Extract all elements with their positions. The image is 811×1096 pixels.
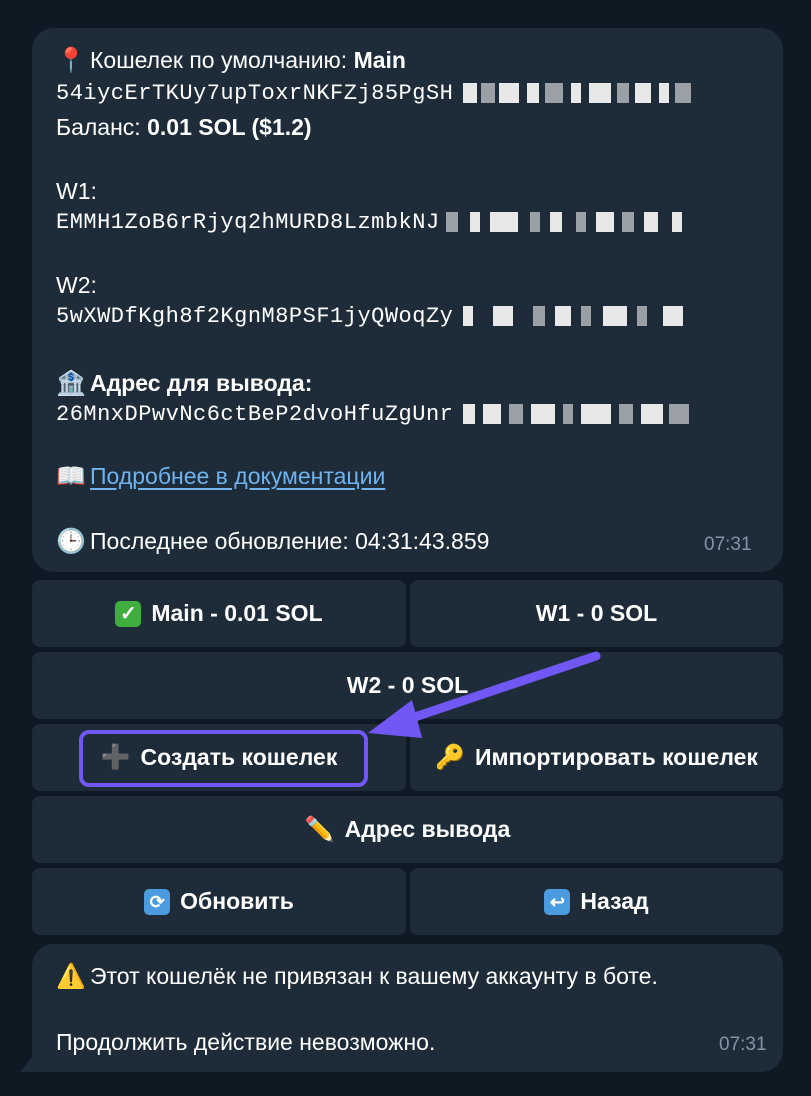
main-address-line: 54iycErTKUy7upToxrNKFZj85PgSH xyxy=(56,79,699,109)
pin-icon: 📍 xyxy=(56,47,86,74)
import-wallet-button[interactable]: 🔑 Импортировать кошелек xyxy=(410,724,783,791)
withdraw-label-line: 🏦 Адрес для вывода: xyxy=(56,368,312,399)
wallet-main-label: Main - 0.01 SOL xyxy=(151,600,323,626)
refresh-label: Обновить xyxy=(180,888,294,914)
check-icon: ✓ xyxy=(115,600,142,627)
w1-address-line: EMMH1ZoB6rRjyq2hMURD8LzmbkNJ xyxy=(56,208,686,238)
withdraw-address-button-label: Адрес вывода xyxy=(344,816,511,842)
docs-link[interactable]: Подробнее в документации xyxy=(90,463,385,489)
withdraw-address-line: 26MnxDPwvNc6ctBeP2dvoHfuZgUnr xyxy=(56,400,695,430)
wallet-message-bubble: 📍 Кошелек по умолчанию: Main 54iycErTKUy7… xyxy=(32,28,783,572)
message-time: 07:31 xyxy=(704,534,752,555)
warning-text: Этот кошелёк не привязан к вашему аккаун… xyxy=(90,963,658,989)
bank-icon: 🏦 xyxy=(56,370,86,397)
wallet-w1-button[interactable]: W1 - 0 SOL xyxy=(410,580,783,647)
redacted-blur xyxy=(463,83,699,104)
w1-label: W1: xyxy=(56,178,97,204)
wallet-w2-button[interactable]: W2 - 0 SOL xyxy=(32,652,783,719)
redacted-blur xyxy=(463,306,695,327)
main-wallet-address[interactable]: 54iycErTKUy7upToxrNKFZj85PgSH xyxy=(56,81,453,106)
back-button[interactable]: ↩ Назад xyxy=(410,868,783,935)
warning-text-2: Продолжить действие невозможно. xyxy=(56,1029,436,1055)
default-wallet-name: Main xyxy=(353,47,406,73)
balance-value: 0.01 SOL ($1.2) xyxy=(147,114,312,140)
back-label: Назад xyxy=(580,888,649,914)
key-icon: 🔑 xyxy=(435,744,465,771)
annotation-highlight-box xyxy=(79,730,368,787)
back-arrow-icon: ↩ xyxy=(544,888,571,915)
refresh-button[interactable]: ⟳ Обновить xyxy=(32,868,406,935)
wallet-w1-label: W1 - 0 SOL xyxy=(535,600,658,626)
withdraw-address-button[interactable]: ✏️ Адрес вывода xyxy=(32,796,783,863)
w2-label: W2: xyxy=(56,272,97,298)
w2-address[interactable]: 5wXWDfKgh8f2KgnM8PSF1jyQWoqZy xyxy=(56,304,453,329)
w2-address-line: 5wXWDfKgh8f2KgnM8PSF1jyQWoqZy xyxy=(56,302,695,332)
import-wallet-label: Импортировать кошелек xyxy=(474,744,758,770)
docs-line: 📖 Подробнее в документации xyxy=(56,461,385,492)
warning-time: 07:31 xyxy=(719,1034,767,1055)
pencil-icon: ✏️ xyxy=(304,816,335,843)
withdraw-address[interactable]: 26MnxDPwvNc6ctBeP2dvoHfuZgUnr xyxy=(56,402,453,427)
wallet-w2-label: W2 - 0 SOL xyxy=(346,672,469,698)
withdraw-address-label: Адрес для вывода: xyxy=(90,370,313,396)
balance-label: Баланс: xyxy=(56,114,148,140)
last-update-line: 🕒 Последнее обновление: 04:31:43.859 xyxy=(56,526,489,557)
default-wallet-line: 📍 Кошелек по умолчанию: Main xyxy=(56,45,406,76)
w1-address[interactable]: EMMH1ZoB6rRjyq2hMURD8LzmbkNJ xyxy=(56,210,440,235)
redacted-blur xyxy=(463,404,695,425)
default-wallet-label: Кошелек по умолчанию: xyxy=(90,47,354,73)
refresh-icon: ⟳ xyxy=(144,888,171,915)
warning-message-bubble: ⚠️ Этот кошелёк не привязан к вашему акка… xyxy=(32,944,783,1072)
redacted-blur xyxy=(445,212,686,233)
wallet-main-button[interactable]: ✓ Main - 0.01 SOL xyxy=(32,580,406,647)
last-update-text: Последнее обновление: 04:31:43.859 xyxy=(90,528,490,554)
warning-line: ⚠️ Этот кошелёк не привязан к вашему акка… xyxy=(56,961,658,992)
balance-line: Баланс: 0.01 SOL ($1.2) xyxy=(56,112,312,142)
